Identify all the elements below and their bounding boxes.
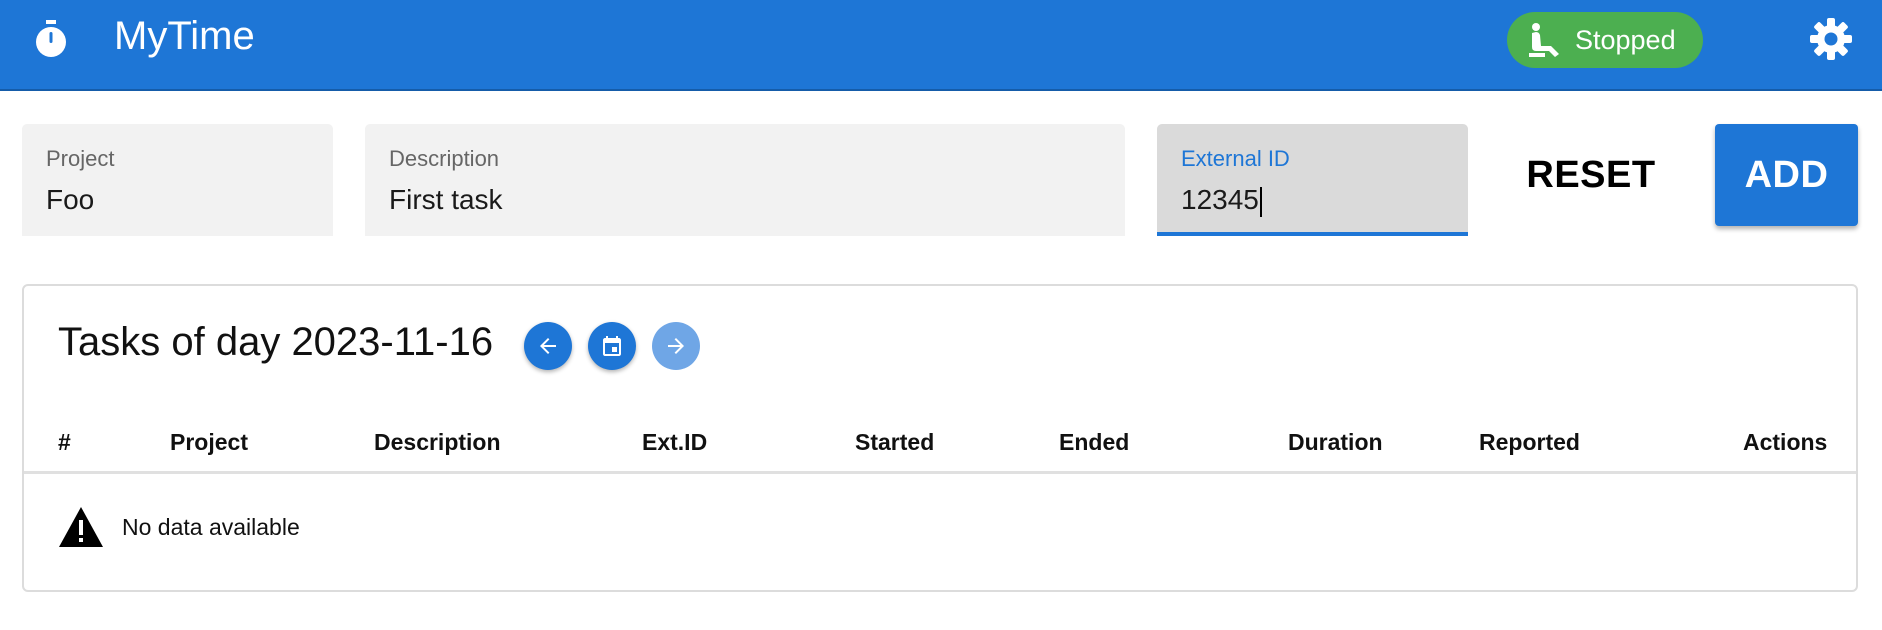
external-id-value-wrap: 12345 (1181, 184, 1444, 217)
external-id-field[interactable]: External ID 12345 (1157, 124, 1468, 236)
text-caret (1259, 186, 1262, 217)
column-header-number[interactable]: # (58, 410, 71, 474)
status-label: Stopped (1575, 24, 1676, 55)
warning-icon (59, 507, 103, 547)
add-button[interactable]: ADD (1715, 124, 1858, 226)
gear-icon[interactable] (1810, 18, 1852, 60)
tasks-card: Tasks of day 2023-11-16 # Project Descri… (22, 284, 1858, 592)
column-header-ext-id[interactable]: Ext.ID (642, 410, 707, 474)
column-header-started[interactable]: Started (855, 410, 934, 474)
column-header-actions: Actions (1743, 429, 1828, 455)
description-label: Description (389, 146, 500, 171)
column-header-description[interactable]: Description (374, 410, 501, 474)
arrow-left-icon (540, 338, 556, 354)
seat-icon (1529, 23, 1559, 57)
app-title: MyTime (114, 14, 255, 58)
column-header-duration[interactable]: Duration (1288, 410, 1383, 474)
stopwatch-icon (36, 20, 66, 57)
column-header-reported[interactable]: Reported (1479, 410, 1580, 474)
external-id-value: 12345 (1181, 184, 1259, 215)
reset-button[interactable]: RESET (1488, 124, 1694, 226)
project-label: Project (46, 146, 115, 171)
column-header-ended[interactable]: Ended (1059, 410, 1129, 474)
previous-day-button[interactable] (524, 322, 572, 370)
tasks-title: Tasks of day 2023-11-16 (58, 320, 494, 364)
today-button[interactable] (588, 322, 636, 370)
next-day-button[interactable] (652, 322, 700, 370)
project-value: Foo (46, 184, 95, 215)
arrow-right-icon (668, 338, 684, 354)
status-chip[interactable]: Stopped (1507, 12, 1703, 68)
empty-state-text: No data available (122, 514, 300, 540)
description-field[interactable]: Description First task (365, 124, 1125, 236)
table-header: # Project Description Ext.ID Started End… (24, 410, 1856, 474)
external-id-label: External ID (1181, 146, 1290, 171)
app-bar: MyTime Stopped (0, 0, 1882, 91)
empty-state-row: No data available (24, 476, 1856, 588)
column-header-project[interactable]: Project (170, 410, 248, 474)
calendar-icon (603, 336, 621, 356)
description-value: First task (389, 184, 503, 215)
project-field[interactable]: Project Foo (22, 124, 333, 236)
